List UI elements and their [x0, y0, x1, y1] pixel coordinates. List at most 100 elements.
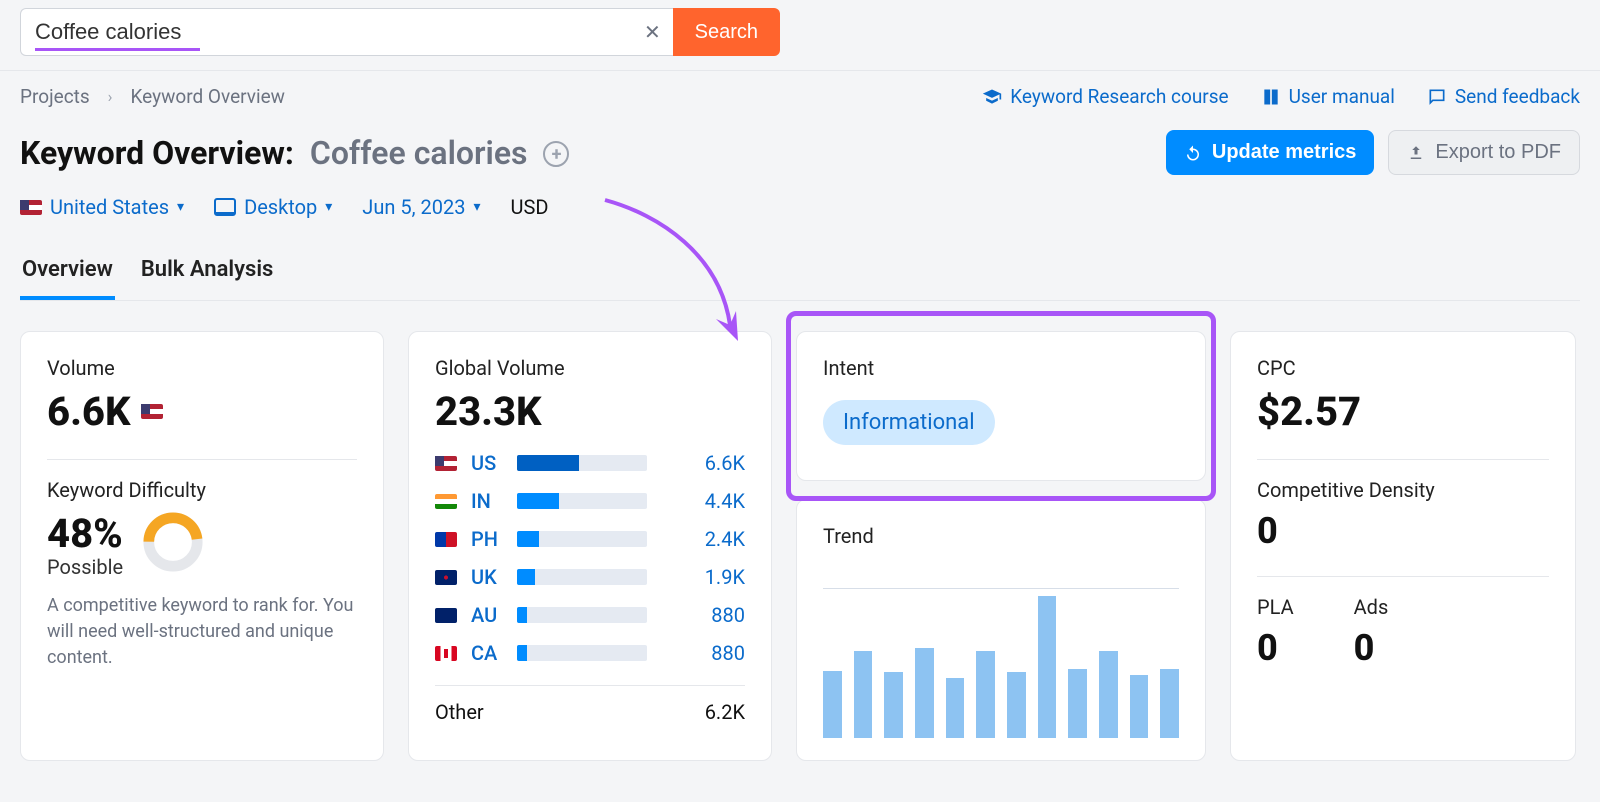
card-volume: Volume 6.6K Keyword Difficulty 48% Possi…: [20, 331, 384, 761]
chevron-down-icon: ▾: [325, 199, 332, 215]
volume-bar: [517, 569, 647, 585]
book-icon: [1261, 87, 1281, 107]
country-code: UK: [471, 565, 507, 589]
kd-description: A competitive keyword to rank for. You w…: [47, 593, 357, 671]
intent-label: Intent: [823, 356, 1179, 380]
chat-icon: [1427, 87, 1447, 107]
card-intent: Intent Informational: [796, 331, 1206, 481]
clear-search-icon[interactable]: ✕: [644, 20, 661, 45]
tab-bulk-analysis[interactable]: Bulk Analysis: [139, 257, 276, 300]
monitor-icon: [214, 198, 236, 216]
volume-bar: [517, 607, 647, 623]
chevron-down-icon: ▾: [473, 199, 480, 215]
country-volume: 2.4K: [657, 527, 745, 551]
export-pdf-button[interactable]: Export to PDF: [1388, 130, 1580, 175]
volume-value: 6.6K: [47, 388, 131, 435]
trend-bar: [854, 651, 873, 738]
country-volume: 880: [657, 603, 745, 627]
trend-bar: [1099, 651, 1118, 738]
trend-bar: [884, 672, 903, 738]
flag-icon: [435, 456, 457, 471]
global-volume-row[interactable]: PH 2.4K: [435, 527, 745, 551]
other-label: Other: [435, 700, 484, 724]
country-code: CA: [471, 641, 507, 665]
flag-icon: [435, 608, 457, 623]
flag-icon: [435, 570, 457, 585]
country-code: AU: [471, 603, 507, 627]
flag-icon: [435, 646, 457, 661]
flag-us-icon: [141, 404, 163, 419]
trend-bar: [915, 648, 934, 738]
filter-date[interactable]: Jun 5, 2023▾: [362, 195, 480, 219]
add-keyword-icon[interactable]: +: [543, 141, 569, 167]
flag-icon: [435, 494, 457, 509]
kd-label: Keyword Difficulty: [47, 478, 357, 502]
flag-us-icon: [20, 200, 42, 215]
country-code: US: [471, 451, 507, 475]
competitive-density-value: 0: [1257, 510, 1549, 552]
filter-device[interactable]: Desktop▾: [214, 195, 332, 219]
kd-sub: Possible: [47, 555, 123, 579]
trend-bar: [976, 651, 995, 738]
link-user-manual[interactable]: User manual: [1261, 85, 1395, 108]
global-volume-label: Global Volume: [435, 356, 745, 380]
trend-bar: [823, 671, 842, 739]
volume-bar: [517, 645, 647, 661]
breadcrumb-projects[interactable]: Projects: [20, 85, 90, 108]
trend-bar: [1160, 669, 1179, 738]
volume-bar: [517, 531, 647, 547]
card-trend: Trend: [796, 499, 1206, 761]
pla-value: 0: [1257, 627, 1294, 669]
upload-icon: [1407, 144, 1425, 162]
tab-overview[interactable]: Overview: [20, 257, 115, 300]
global-volume-row[interactable]: AU 880: [435, 603, 745, 627]
trend-chart: [823, 568, 1179, 738]
ads-label: Ads: [1354, 595, 1389, 619]
link-send-feedback[interactable]: Send feedback: [1427, 85, 1580, 108]
country-code: PH: [471, 527, 507, 551]
volume-bar: [517, 455, 647, 471]
pla-label: PLA: [1257, 595, 1294, 619]
global-volume-other: Other 6.2K: [435, 685, 745, 724]
page-title: Keyword Overview:: [20, 134, 294, 172]
competitive-density-label: Competitive Density: [1257, 478, 1549, 502]
trend-label: Trend: [823, 524, 1179, 548]
global-volume-value: 23.3K: [435, 388, 745, 435]
kd-donut-icon: [141, 510, 205, 574]
filter-country[interactable]: United States▾: [20, 195, 184, 219]
country-volume: 1.9K: [657, 565, 745, 589]
global-volume-row[interactable]: CA 880: [435, 641, 745, 665]
breadcrumb: Projects › Keyword Overview: [20, 85, 285, 108]
refresh-icon: [1184, 144, 1202, 162]
country-volume: 880: [657, 641, 745, 665]
card-cpc: CPC $2.57 Competitive Density 0 PLA 0 Ad…: [1230, 331, 1576, 761]
filter-currency: USD: [511, 195, 549, 219]
annotation-underline: [35, 48, 200, 51]
trend-bar: [1130, 675, 1149, 738]
cpc-label: CPC: [1257, 356, 1549, 380]
trend-bar: [1038, 596, 1057, 739]
volume-label: Volume: [47, 356, 357, 380]
graduation-cap-icon: [982, 87, 1002, 107]
card-global-volume: Global Volume 23.3K US 6.6K IN 4.4K PH 2…: [408, 331, 772, 761]
country-volume: 4.4K: [657, 489, 745, 513]
trend-bar: [1007, 672, 1026, 738]
title-keyword: Coffee calories: [310, 134, 528, 172]
flag-icon: [435, 532, 457, 547]
global-volume-row[interactable]: US 6.6K: [435, 451, 745, 475]
cpc-value: $2.57: [1257, 388, 1549, 435]
trend-bar: [1068, 669, 1087, 738]
intent-value-pill[interactable]: Informational: [823, 400, 995, 445]
chevron-down-icon: ▾: [177, 199, 184, 215]
link-keyword-research-course[interactable]: Keyword Research course: [982, 85, 1228, 108]
update-metrics-button[interactable]: Update metrics: [1166, 130, 1375, 175]
chevron-right-icon: ›: [108, 87, 113, 106]
search-button[interactable]: Search: [673, 8, 780, 56]
global-volume-row[interactable]: UK 1.9K: [435, 565, 745, 589]
country-volume: 6.6K: [657, 451, 745, 475]
other-volume: 6.2K: [705, 700, 745, 724]
breadcrumb-current: Keyword Overview: [130, 85, 284, 108]
volume-bar: [517, 493, 647, 509]
global-volume-row[interactable]: IN 4.4K: [435, 489, 745, 513]
ads-value: 0: [1354, 627, 1389, 669]
